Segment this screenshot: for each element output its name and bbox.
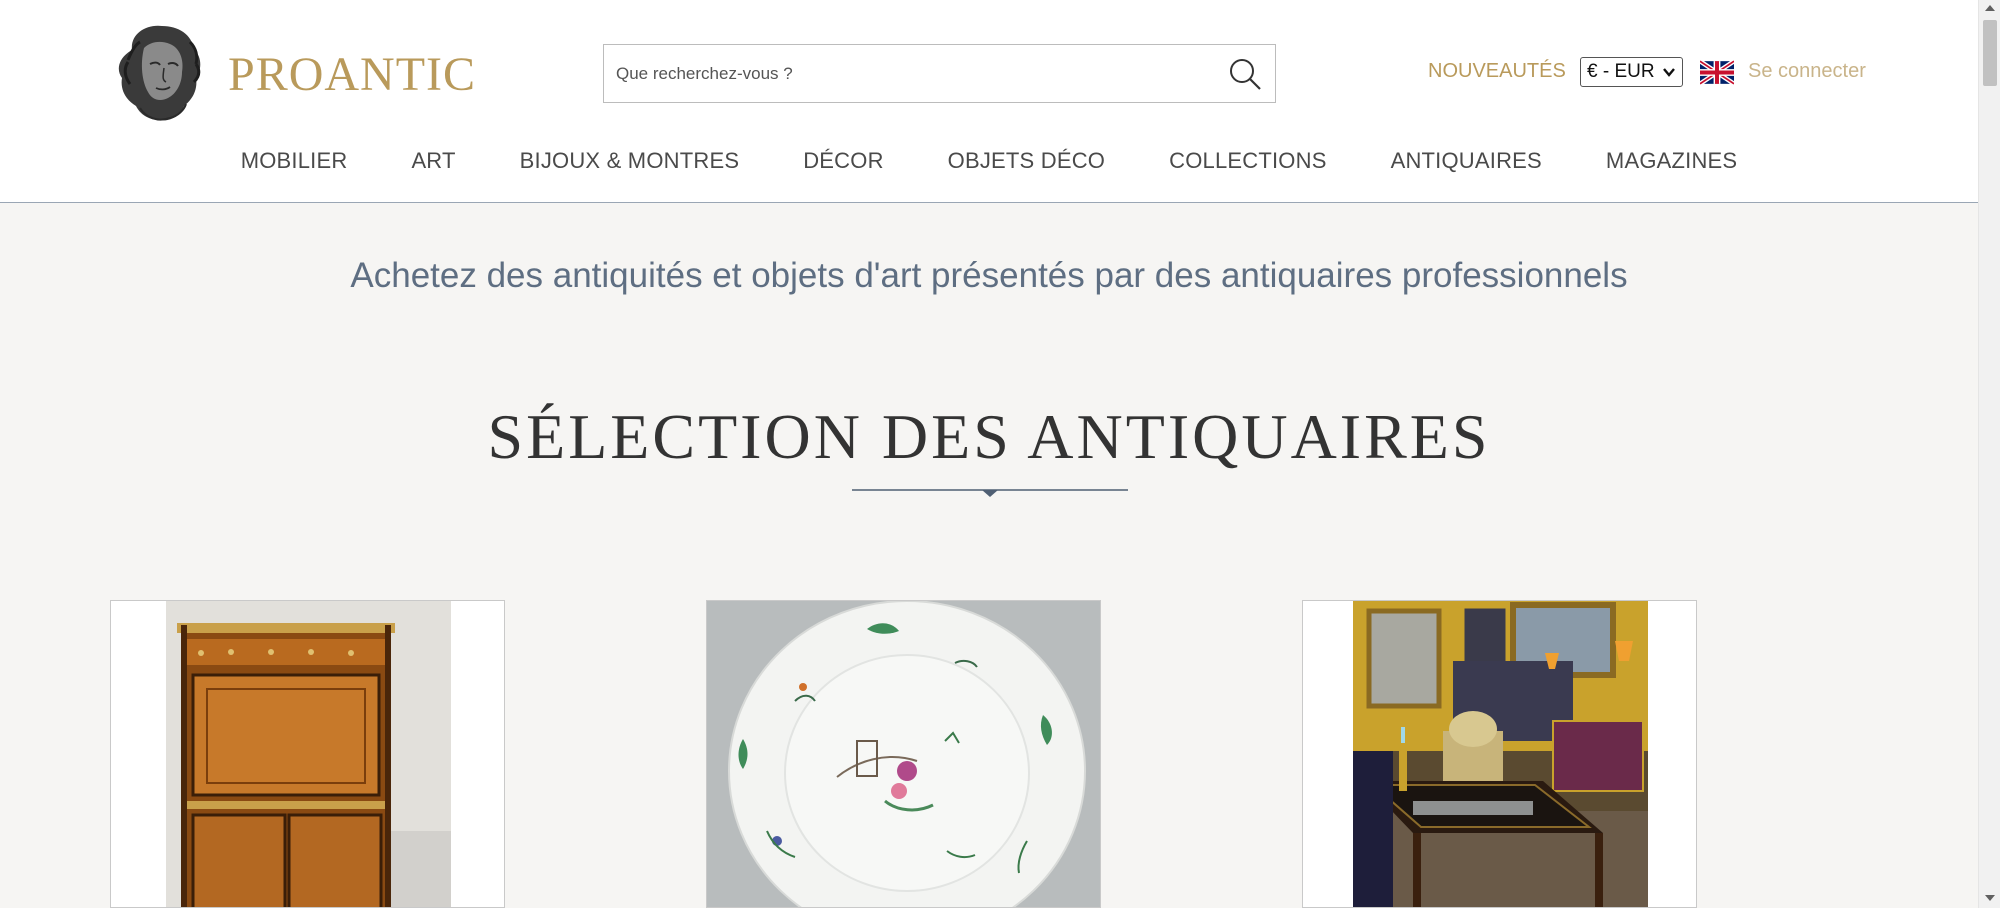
search-button[interactable] bbox=[1215, 45, 1275, 102]
page-tagline: Achetez des antiquités et objets d'art p… bbox=[350, 256, 1628, 295]
currency-value: € - EUR bbox=[1587, 61, 1655, 82]
nav-item-objets-deco[interactable]: OBJETS DÉCO bbox=[916, 148, 1137, 174]
search-bar bbox=[603, 44, 1276, 103]
scroll-thumb[interactable] bbox=[1983, 20, 1997, 86]
nav-item-art[interactable]: ART bbox=[379, 148, 487, 174]
nav-item-antiquaires[interactable]: ANTIQUAIRES bbox=[1359, 148, 1574, 174]
classical-head-bust-icon bbox=[118, 25, 201, 121]
product-card-games-table[interactable] bbox=[1302, 600, 1697, 908]
nav-item-magazines[interactable]: MAGAZINES bbox=[1574, 148, 1769, 174]
uk-flag-icon[interactable] bbox=[1700, 60, 1734, 85]
page-scrollbar[interactable] bbox=[1978, 0, 2000, 908]
games-table-showroom-photo bbox=[1303, 601, 1696, 907]
nav-item-collections[interactable]: COLLECTIONS bbox=[1137, 148, 1358, 174]
nav-item-decor[interactable]: DÉCOR bbox=[771, 148, 915, 174]
nav-item-mobilier[interactable]: MOBILIER bbox=[209, 148, 380, 174]
secretary-desk-photo bbox=[111, 601, 504, 907]
nouveautes-link[interactable]: NOUVEAUTÉS bbox=[1428, 60, 1566, 83]
search-icon bbox=[1230, 58, 1261, 90]
product-card-secretary[interactable] bbox=[110, 600, 505, 908]
currency-select[interactable]: € - EUR bbox=[1580, 57, 1683, 87]
site-header: PROANTIC NOUVEAUTÉS € - EUR Se connecter… bbox=[0, 0, 1978, 203]
chevron-down-icon bbox=[1663, 68, 1675, 77]
scroll-down-arrow-icon[interactable] bbox=[1985, 894, 1995, 902]
logo-link[interactable]: PROANTIC bbox=[110, 20, 476, 124]
logo-text: PROANTIC bbox=[228, 47, 477, 101]
porcelain-plate-photo bbox=[707, 601, 1100, 907]
section-divider bbox=[852, 489, 1128, 497]
main-nav: MOBILIER ART BIJOUX & MONTRES DÉCOR OBJE… bbox=[0, 148, 1978, 174]
section-title: SÉLECTION DES ANTIQUAIRES bbox=[487, 401, 1491, 472]
product-card-plate[interactable] bbox=[706, 600, 1101, 908]
scroll-up-arrow-icon[interactable] bbox=[1985, 4, 1995, 12]
search-input[interactable] bbox=[604, 45, 1215, 102]
nav-item-bijoux-montres[interactable]: BIJOUX & MONTRES bbox=[488, 148, 772, 174]
login-link[interactable]: Se connecter bbox=[1748, 60, 1866, 83]
